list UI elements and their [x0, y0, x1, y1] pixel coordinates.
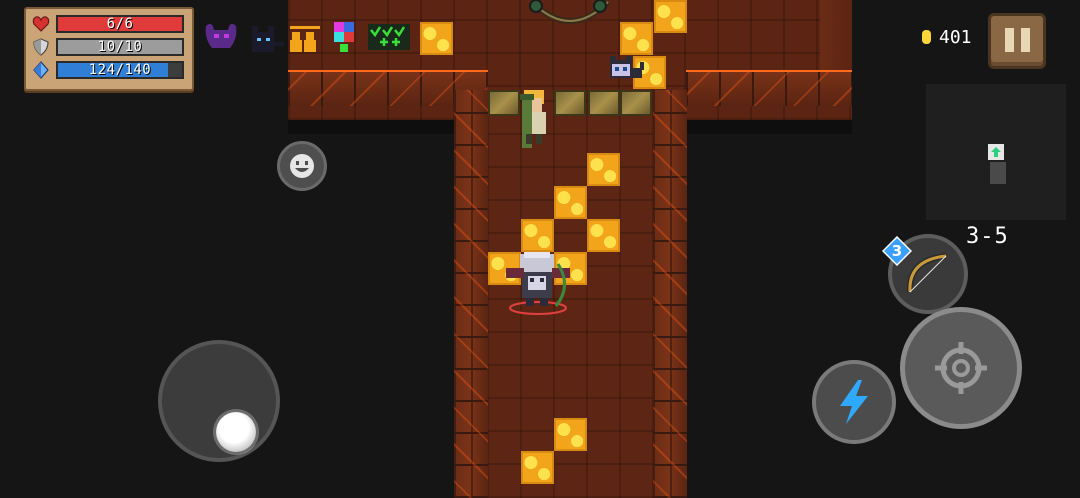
- lightning-icon: [840, 380, 868, 424]
- coin-count: 401: [939, 27, 972, 48]
- health-text: 6/6: [106, 16, 134, 32]
- energy-bar: 124/140: [56, 61, 184, 79]
- coin-icon: [922, 30, 931, 44]
- door-block: [554, 90, 586, 116]
- health-bar: 6/6: [56, 15, 184, 33]
- energy-text: 124/140: [88, 62, 152, 78]
- emote-button[interactable]: [277, 141, 327, 191]
- heart-icon: [32, 16, 50, 32]
- weapon-energy-cost: 3: [892, 242, 902, 260]
- armor-bar: 10/10: [56, 38, 184, 56]
- lava-tile: [587, 219, 620, 252]
- cat-pet: [610, 56, 644, 78]
- lava-tile: [521, 451, 554, 484]
- wall-glow: [686, 70, 852, 72]
- minimap-corridor: [990, 162, 1006, 184]
- portal-icon: [991, 147, 1001, 157]
- crosshair-icon: [935, 342, 987, 394]
- pause-icon-bar: [1021, 28, 1030, 52]
- minimap[interactable]: [926, 84, 1066, 220]
- smiley-icon: [290, 154, 314, 178]
- fire-button[interactable]: [900, 307, 1022, 429]
- buff-icons: [205, 22, 410, 52]
- door-block: [620, 90, 652, 116]
- armor-text: 10/10: [97, 39, 143, 55]
- weapon-energy-cost-badge: 3: [882, 236, 912, 266]
- pause-icon: [1005, 28, 1014, 52]
- chain-ring-decoration: [529, 0, 611, 24]
- energy-row: 124/140: [32, 61, 184, 79]
- player-character: [506, 252, 570, 315]
- health-row: 6/6: [32, 15, 184, 33]
- player-stats-panel: 6/6 10/10 124/140: [24, 7, 194, 91]
- corridor-wall-left: [454, 90, 488, 498]
- followers-icon: [290, 26, 320, 52]
- ally-character: [520, 90, 546, 148]
- lava-tile: [521, 219, 554, 252]
- demon-horns-icon: [205, 23, 237, 48]
- door-block: [588, 90, 620, 116]
- lava-tile: [554, 186, 587, 219]
- joystick-knob[interactable]: [216, 412, 256, 452]
- room-wall-right-edge: [820, 0, 852, 70]
- lava-tile: [654, 0, 687, 33]
- mystery-cube-icon: [334, 22, 354, 52]
- pause-button[interactable]: [988, 13, 1046, 69]
- energy-crystal-icon: [33, 61, 49, 79]
- black-cat-icon: [252, 26, 284, 52]
- armor-row: 10/10: [32, 38, 184, 56]
- lava-tile: [620, 22, 653, 55]
- lava-tile: [420, 22, 453, 55]
- wall-glow: [288, 70, 488, 72]
- skill-button[interactable]: [812, 360, 896, 444]
- level-indicator: 3-5: [966, 224, 1009, 249]
- corridor-wall-right: [653, 90, 687, 498]
- lava-tile: [554, 418, 587, 451]
- coin-counter: 401: [922, 27, 972, 49]
- shield-icon: [33, 38, 49, 56]
- room-wall-right: [686, 70, 852, 106]
- lava-tile: [587, 153, 620, 186]
- check-plus-icon: [368, 24, 410, 50]
